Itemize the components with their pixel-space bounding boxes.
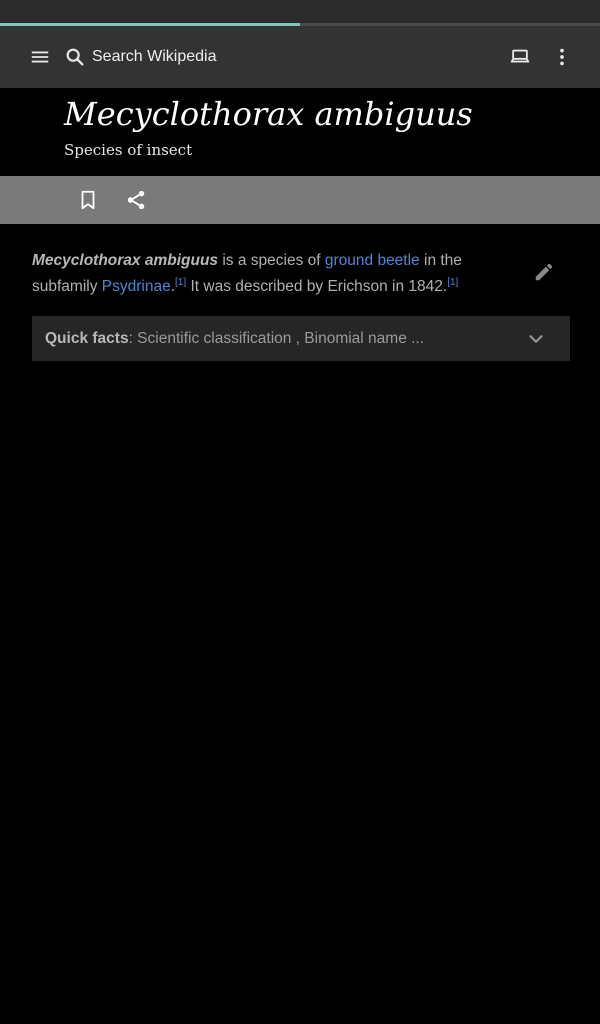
quick-facts-text: Quick facts: Scientific classification ,… [45, 316, 424, 361]
lead-text: is a species of [218, 252, 325, 269]
reference-marker: [1] [447, 277, 458, 288]
link-psydrinae[interactable]: Psydrinae [102, 278, 171, 295]
pencil-icon [535, 263, 553, 281]
bookmark-icon [81, 190, 95, 210]
article-content: Mecyclothorax ambiguus is a species of g… [32, 248, 570, 300]
status-strip [0, 0, 600, 24]
tabs-button[interactable] [502, 39, 538, 75]
tabs-icon [510, 49, 530, 63]
overflow-menu-button[interactable] [544, 39, 580, 75]
link-ground-beetle[interactable]: ground beetle [325, 252, 420, 269]
lead-text: It was described by Erichson in 1842. [186, 278, 448, 295]
reference-link-1[interactable]: [1] [175, 277, 186, 288]
share-button[interactable] [122, 186, 150, 214]
chevron-down-icon [524, 327, 548, 351]
page-subtitle: Species of insect [64, 141, 193, 159]
menu-button[interactable] [22, 39, 58, 75]
reference-marker: [1] [175, 277, 186, 288]
quick-facts-summary: : Scientific classification , Binomial n… [128, 330, 425, 347]
share-icon [127, 190, 145, 210]
edit-section-button[interactable] [530, 258, 558, 286]
lead-paragraph: Mecyclothorax ambiguus is a species of g… [32, 248, 492, 300]
quick-facts-collapsible[interactable]: Quick facts: Scientific classification ,… [32, 316, 570, 361]
search-placeholder: Search Wikipedia [92, 48, 217, 65]
article-page: Search Wikipedia Mecyclothorax ambiguus … [0, 0, 600, 1024]
search-icon [62, 44, 88, 70]
search-bar[interactable]: Search Wikipedia [62, 39, 442, 75]
more-vert-icon [560, 48, 564, 66]
reference-link-2[interactable]: [1] [447, 277, 458, 288]
article-header: Mecyclothorax ambiguus Species of insect [0, 88, 600, 176]
article-subject: Mecyclothorax ambiguus [32, 252, 219, 269]
menu-icon [31, 51, 49, 63]
page-title: Mecyclothorax ambiguus [64, 95, 473, 133]
save-bookmark-button[interactable] [74, 186, 102, 214]
top-toolbar: Search Wikipedia [0, 26, 600, 88]
quick-facts-label: Quick facts [45, 330, 129, 347]
article-action-bar [0, 176, 600, 224]
